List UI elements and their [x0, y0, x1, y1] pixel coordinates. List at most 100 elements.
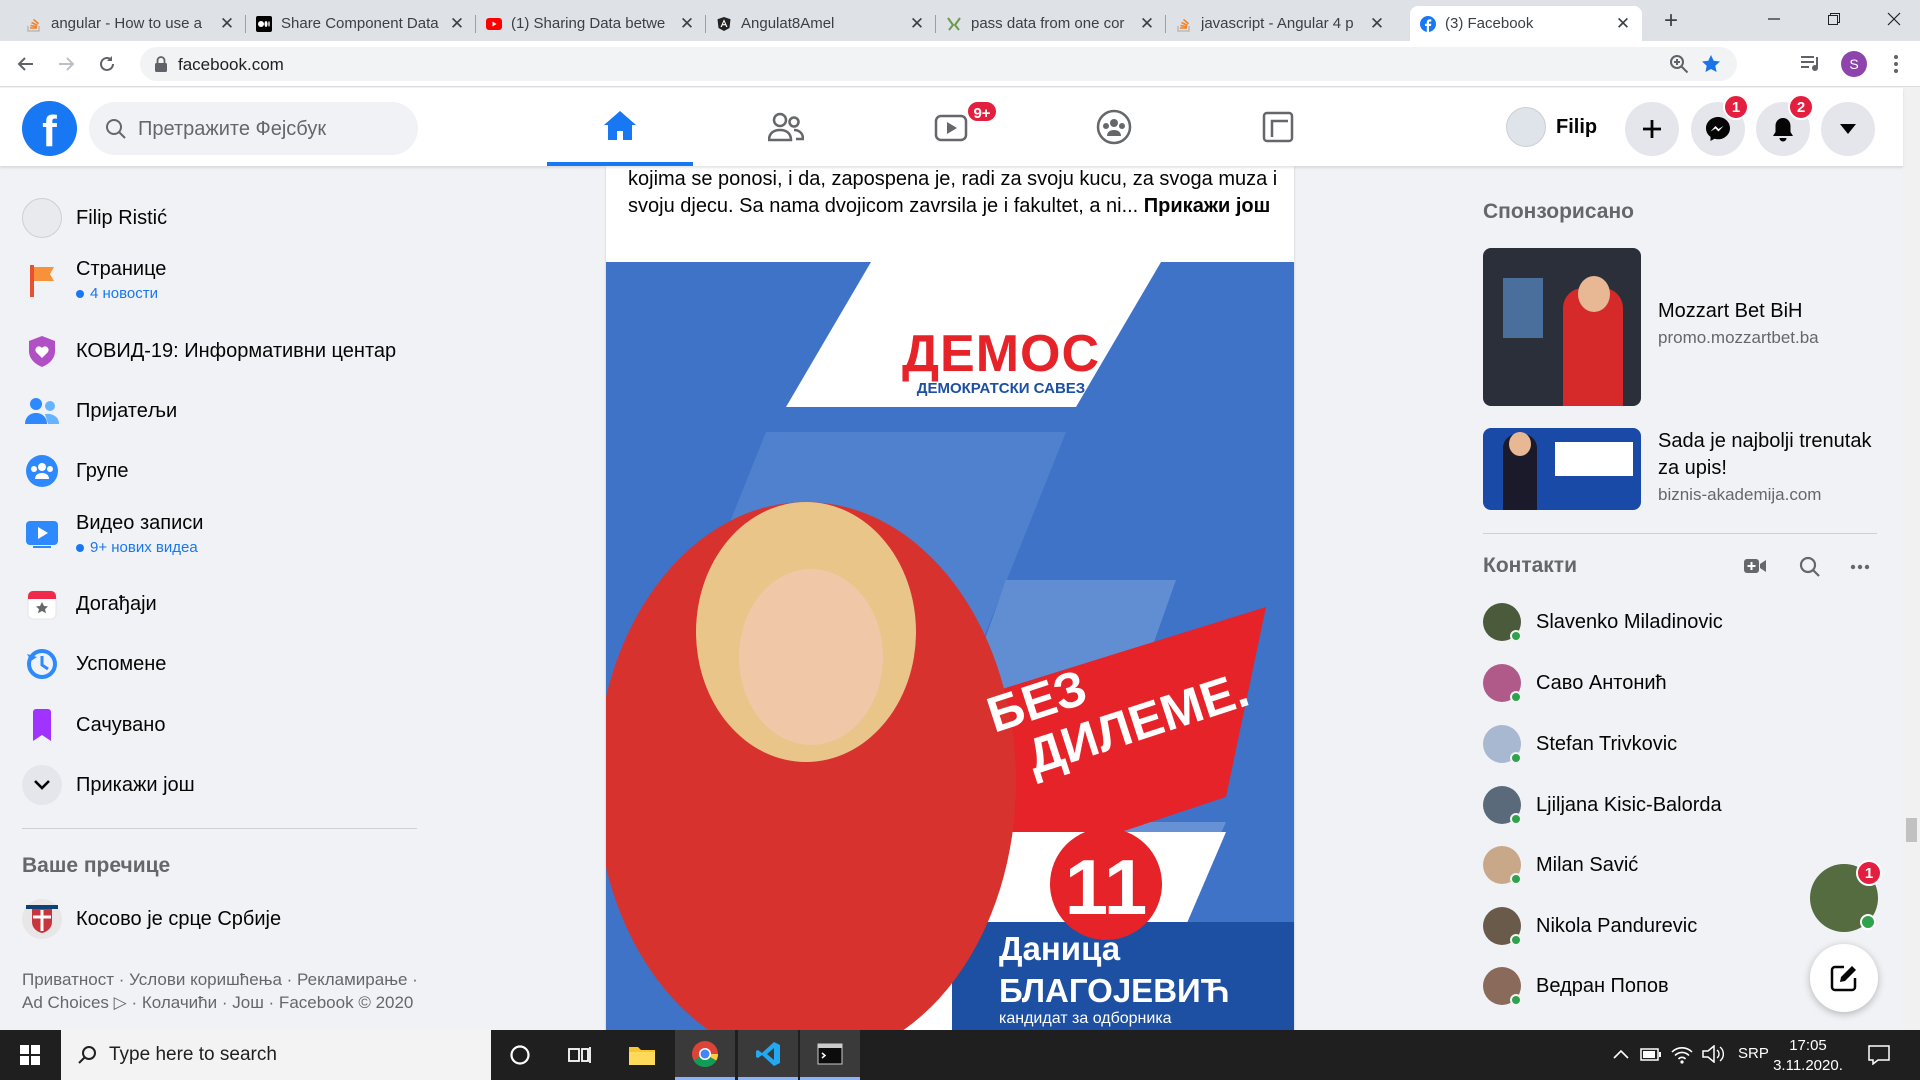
- taskbar-clock[interactable]: 17:05 3.11.2020.: [1768, 1036, 1848, 1076]
- divider: [22, 828, 417, 829]
- cortana-button[interactable]: [490, 1030, 550, 1080]
- contact-item[interactable]: Ведран Попов: [1483, 967, 1669, 1006]
- chat-head-badge: 1: [1856, 860, 1882, 886]
- close-tab-icon[interactable]: ✕: [678, 14, 696, 34]
- avatar: [1483, 664, 1522, 703]
- browser-tab[interactable]: (1) Sharing Data betwe ✕: [476, 6, 706, 41]
- tab-groups[interactable]: [1041, 88, 1187, 166]
- browser-tab[interactable]: Angulat8Amel ✕: [706, 6, 936, 41]
- tab-title: pass data from one cor: [971, 15, 1125, 32]
- sidebar-item-label: Пријатељи: [76, 399, 178, 422]
- browser-tab[interactable]: pass data from one cor ✕: [936, 6, 1166, 41]
- notifications-button[interactable]: 2: [1756, 94, 1814, 156]
- action-center-icon[interactable]: [1868, 1045, 1890, 1065]
- bookmark-star-icon[interactable]: [1701, 54, 1721, 74]
- search-icon[interactable]: [1799, 556, 1821, 578]
- new-room-video-icon[interactable]: [1743, 556, 1767, 576]
- contact-item[interactable]: Milan Savić: [1483, 846, 1638, 885]
- back-icon[interactable]: [16, 54, 36, 74]
- terminal-taskbar-button[interactable]: [800, 1030, 860, 1080]
- new-message-button[interactable]: [1810, 944, 1878, 1012]
- sponsored-ad[interactable]: Mozzart Bet BiH promo.mozzartbet.ba: [1483, 248, 1819, 406]
- create-button[interactable]: [1625, 102, 1679, 156]
- new-tab-button[interactable]: +: [1656, 8, 1686, 34]
- sidebar-item-events[interactable]: Догађаји: [22, 584, 157, 624]
- vscode-taskbar-button[interactable]: [738, 1030, 798, 1080]
- profile-chip[interactable]: Filip: [1506, 105, 1597, 149]
- chat-head[interactable]: 1: [1810, 860, 1882, 932]
- task-view-button[interactable]: [550, 1030, 610, 1080]
- sidebar-item-groups[interactable]: Групе: [22, 451, 129, 491]
- tab-home[interactable]: [547, 88, 693, 166]
- close-tab-icon[interactable]: ✕: [1368, 14, 1386, 34]
- avatar: [1483, 603, 1522, 642]
- tab-friends[interactable]: [713, 88, 859, 166]
- see-more-link[interactable]: Прикажи још: [1144, 195, 1271, 217]
- volume-icon[interactable]: [1702, 1045, 1724, 1063]
- close-tab-icon[interactable]: ✕: [448, 14, 466, 34]
- sidebar-item-friends[interactable]: Пријатељи: [22, 391, 177, 431]
- sidebar-item-label: КОВИД-19: Информативни центар: [76, 339, 397, 362]
- chrome-taskbar-button[interactable]: [675, 1030, 735, 1080]
- forward-icon[interactable]: [56, 54, 76, 74]
- address-bar[interactable]: facebook.com: [140, 47, 1737, 81]
- footer-links[interactable]: Приватност · Услови коришћења · Рекламир…: [22, 968, 422, 1014]
- media-queue-icon[interactable]: [1800, 54, 1822, 74]
- facebook-search[interactable]: Претражите Фејсбук: [89, 102, 418, 155]
- page-scrollbar[interactable]: [1903, 88, 1920, 1030]
- sidebar-item-profile[interactable]: Filip Ristić: [22, 198, 167, 238]
- contact-item[interactable]: Slavenko Miladinovic: [1483, 603, 1723, 642]
- sidebar-show-more[interactable]: Прикажи још: [22, 765, 195, 805]
- sidebar-item-covid[interactable]: КОВИД-19: Информативни центар: [22, 331, 396, 371]
- sidebar-item-label: Групе: [76, 459, 129, 482]
- close-window-button[interactable]: [1864, 0, 1920, 38]
- file-explorer-button[interactable]: [612, 1030, 672, 1080]
- shortcut-item[interactable]: Косово је срце Србије: [22, 899, 281, 939]
- battery-icon[interactable]: [1640, 1045, 1662, 1063]
- poster-number: 11: [1064, 843, 1148, 931]
- avatar: [1483, 967, 1522, 1006]
- reload-icon[interactable]: [97, 54, 117, 74]
- close-tab-icon[interactable]: ✕: [218, 14, 236, 34]
- browser-tab[interactable]: Share Component Data ✕: [246, 6, 476, 41]
- sidebar-item-sub: 9+ нових видеа: [76, 539, 203, 556]
- sponsored-ad[interactable]: Sada je najbolji trenutak za upis! biznis…: [1483, 428, 1878, 510]
- sidebar-item-watch[interactable]: Видео записи 9+ нових видеа: [22, 512, 203, 556]
- wifi-icon[interactable]: [1671, 1044, 1693, 1064]
- post-image[interactable]: ДЕМОС ДЕМОКРАТСКИ САВЕЗ БЕЗ ДИЛЕМЕ. 11 Д…: [606, 262, 1294, 1030]
- browser-tab[interactable]: angular - How to use a ✕: [16, 6, 246, 41]
- watch-icon: [22, 514, 62, 554]
- scrollbar-thumb[interactable]: [1906, 818, 1917, 842]
- maximize-button[interactable]: [1804, 0, 1864, 38]
- facebook-logo-icon[interactable]: f: [22, 101, 77, 156]
- start-button[interactable]: [0, 1030, 60, 1080]
- close-tab-icon[interactable]: ✕: [908, 14, 926, 34]
- close-tab-icon[interactable]: ✕: [1138, 14, 1156, 34]
- browser-tab[interactable]: javascript - Angular 4 p ✕: [1166, 6, 1396, 41]
- contact-item[interactable]: Stefan Trivkovic: [1483, 725, 1677, 764]
- avatar: [1483, 907, 1522, 946]
- contact-item[interactable]: Саво Антонић: [1483, 664, 1667, 703]
- more-options-icon[interactable]: [1850, 564, 1870, 570]
- online-indicator: [1510, 873, 1522, 885]
- input-language[interactable]: SRP: [1738, 1045, 1769, 1062]
- account-menu-button[interactable]: [1821, 102, 1875, 156]
- taskbar-search[interactable]: Type here to search: [61, 1030, 491, 1080]
- sidebar-item-pages[interactable]: Странице 4 новости: [22, 258, 166, 302]
- cortana-circle-icon: [510, 1045, 530, 1065]
- more-vert-icon[interactable]: [1893, 54, 1899, 74]
- zoom-icon[interactable]: [1669, 54, 1689, 74]
- minimize-button[interactable]: [1744, 0, 1804, 38]
- contact-item[interactable]: Nikola Pandurevic: [1483, 907, 1697, 946]
- tab-gaming[interactable]: [1205, 88, 1351, 166]
- sidebar-item-memories[interactable]: Успомене: [22, 644, 166, 684]
- close-tab-icon[interactable]: ✕: [1614, 14, 1632, 34]
- online-indicator: [1860, 914, 1876, 930]
- contact-item[interactable]: Ljiljana Kisic-Balorda: [1483, 786, 1722, 825]
- browser-tab-active[interactable]: (3) Facebook ✕: [1410, 6, 1642, 41]
- tab-watch[interactable]: 9+: [878, 88, 1024, 166]
- chrome-profile-avatar[interactable]: S: [1841, 51, 1867, 77]
- sidebar-item-saved[interactable]: Сачувано: [22, 705, 165, 745]
- chevron-up-icon[interactable]: [1613, 1049, 1629, 1059]
- messenger-button[interactable]: 1: [1691, 94, 1749, 156]
